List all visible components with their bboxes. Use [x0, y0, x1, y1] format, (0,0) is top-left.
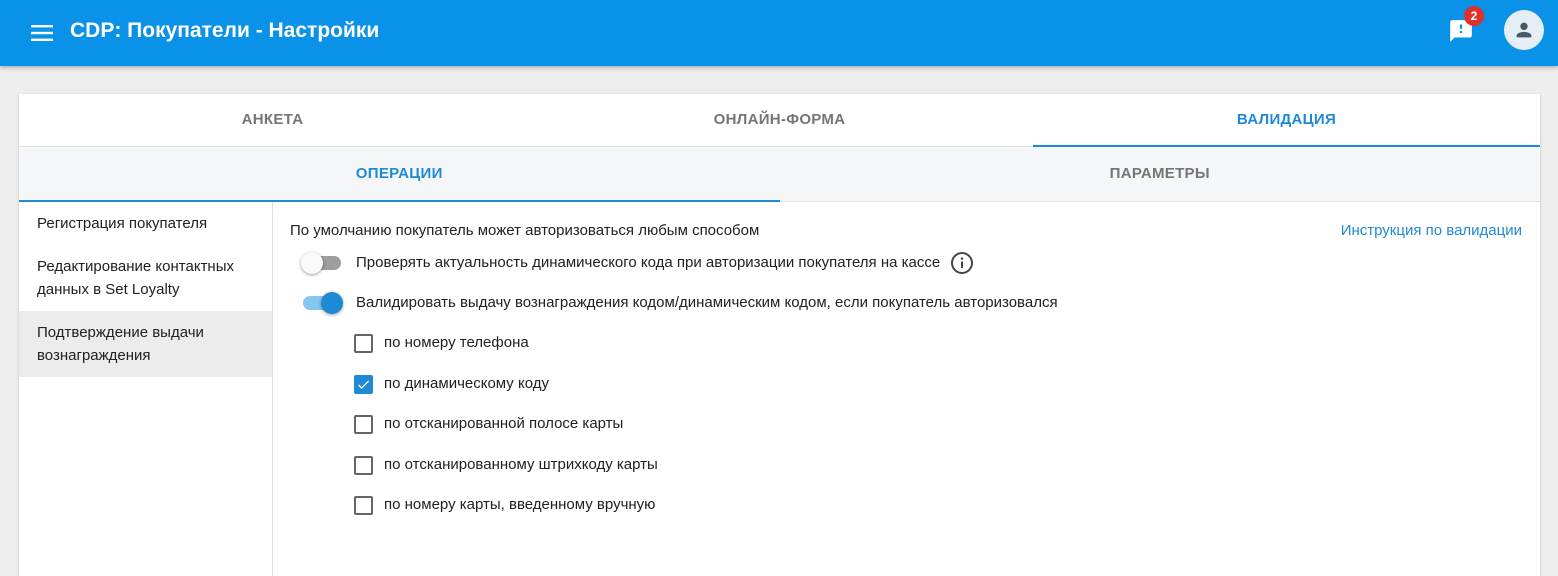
reward-validation-switch[interactable]: [301, 291, 343, 315]
dynamic-code-check-label: Проверять актуальность динамического код…: [356, 254, 941, 271]
tab-parameters[interactable]: ПАРАМЕТРЫ: [780, 147, 1541, 201]
sub-tabs: ОПЕРАЦИИ ПАРАМЕТРЫ: [19, 147, 1540, 202]
option-dynamic-code-checkbox[interactable]: [354, 374, 373, 394]
tab-online-form[interactable]: ОНЛАЙН-ФОРМА: [526, 94, 1033, 146]
sidebar-item-registration[interactable]: Регистрация покупателя: [19, 202, 272, 245]
tab-anketa[interactable]: АНКЕТА: [19, 94, 526, 146]
dynamic-code-check-switch[interactable]: [301, 251, 343, 275]
account-icon: [1516, 22, 1532, 38]
option-phone-row: по номеру телефона: [354, 331, 529, 355]
sidebar-item-contact-edit[interactable]: Редактирование контактных данных в Set L…: [19, 245, 272, 311]
page-title: CDP: Покупатели - Настройки: [70, 19, 380, 42]
operations-list: Регистрация покупателя Редактирование ко…: [19, 202, 273, 576]
dynamic-code-toggle-row: Проверять актуальность динамического код…: [301, 250, 974, 276]
option-dynamic-code-label: по динамическому коду: [384, 375, 549, 392]
check-icon: [358, 380, 370, 389]
menu-icon: [31, 25, 53, 41]
option-magstripe-row: по отсканированной полосе карты: [354, 412, 623, 436]
reward-validation-label: Валидировать выдачу вознаграждения кодом…: [356, 294, 1058, 311]
avatar[interactable]: [1504, 10, 1544, 50]
settings-card: АНКЕТА ОНЛАЙН-ФОРМА ВАЛИДАЦИЯ ОПЕРАЦИИ П…: [19, 94, 1540, 576]
main-tabs: АНКЕТА ОНЛАЙН-ФОРМА ВАЛИДАЦИЯ: [19, 94, 1540, 147]
tab-operations[interactable]: ОПЕРАЦИИ: [19, 147, 780, 202]
option-magstripe-checkbox[interactable]: [354, 414, 373, 434]
option-magstripe-label: по отсканированной полосе карты: [384, 415, 624, 432]
option-barcode-row: по отсканированному штрихкоду карты: [354, 453, 658, 477]
app-bar: CDP: Покупатели - Настройки 2: [0, 0, 1558, 66]
validation-help-link[interactable]: Инструкция по валидации: [1341, 221, 1522, 241]
option-phone-checkbox[interactable]: [354, 333, 373, 353]
sidebar-item-reward-confirmation[interactable]: Подтверждение выдачи вознаграждения: [19, 311, 272, 377]
option-barcode-label: по отсканированному штрихкоду карты: [384, 456, 658, 473]
reward-validation-toggle-row: Валидировать выдачу вознаграждения кодом…: [301, 290, 1058, 316]
option-phone-label: по номеру телефона: [384, 334, 529, 351]
default-auth-text: По умолчанию покупатель может авторизова…: [290, 222, 760, 239]
info-icon[interactable]: [950, 251, 974, 275]
tab-validation[interactable]: ВАЛИДАЦИЯ: [1033, 94, 1540, 147]
option-manual-card-row: по номеру карты, введенному вручную: [354, 493, 655, 517]
menu-button[interactable]: [26, 19, 58, 47]
option-barcode-checkbox[interactable]: [354, 455, 373, 475]
operation-settings: По умолчанию покупатель может авторизова…: [273, 202, 1540, 576]
option-manual-card-checkbox[interactable]: [354, 495, 373, 515]
option-manual-card-label: по номеру карты, введенному вручную: [384, 496, 656, 513]
option-dynamic-code-row: по динамическому коду: [354, 372, 549, 396]
notification-badge: 2: [1464, 6, 1484, 26]
